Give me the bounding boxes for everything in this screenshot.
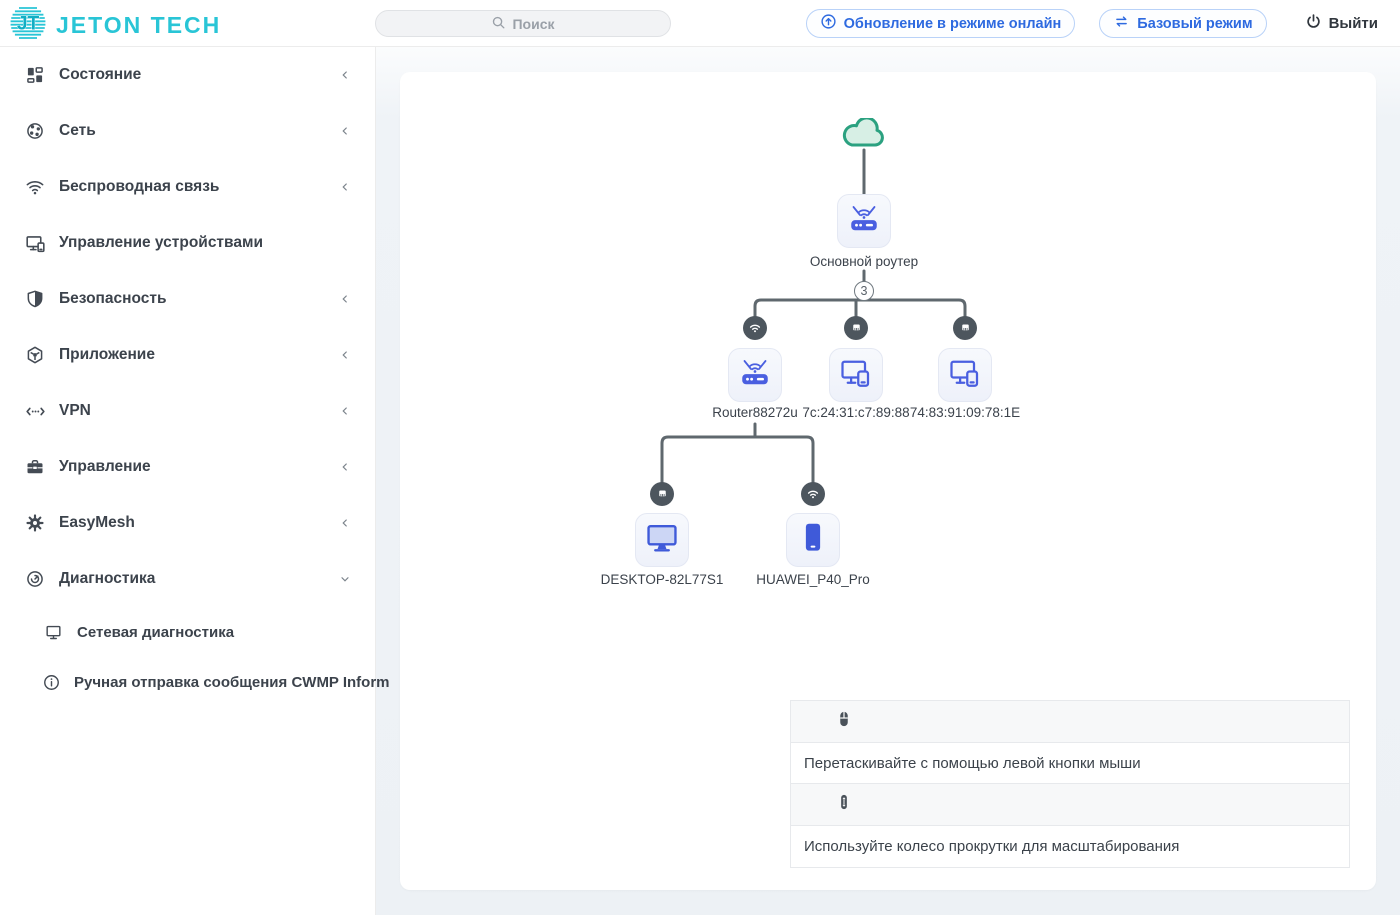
sidebar-item-management[interactable]: Управление (0, 439, 375, 495)
app-icon (24, 344, 46, 366)
sidebar-item-label: Управление (59, 458, 151, 475)
sidebar-item-label: Управление устройствами (59, 234, 263, 251)
shield-icon (24, 288, 46, 310)
node-label: 74:83:91:09:78:1E (909, 405, 1021, 420)
wifi-link-icon (743, 316, 767, 340)
wifi-link-icon (801, 482, 825, 506)
ethernet-link-icon (844, 316, 868, 340)
basic-mode-label: Базовый режим (1137, 15, 1253, 32)
sidebar-item-status[interactable]: Состояние (0, 47, 375, 103)
search-placeholder: Поиск (512, 15, 555, 32)
chevron-left-icon (339, 69, 351, 81)
sidebar-item-label: Диагностика (59, 570, 156, 587)
sidebar-item-label: VPN (59, 402, 91, 419)
basic-mode-button[interactable]: Базовый режим (1099, 9, 1267, 38)
node-label: DESKTOP-82L77S1 (600, 572, 724, 587)
sidebar-item-application[interactable]: Приложение (0, 327, 375, 383)
scroll-wheel-icon (835, 793, 853, 816)
vpn-icon (24, 400, 46, 422)
monitor-icon (42, 621, 64, 643)
phone-node[interactable] (786, 513, 840, 567)
topbar: JT JETON TECH Поиск Обновление в режиме … (0, 0, 1400, 47)
topbar-actions: Обновление в режиме онлайн Базовый режим… (805, 0, 1378, 47)
online-update-label: Обновление в режиме онлайн (843, 15, 1062, 32)
info-icon (42, 671, 61, 693)
search-icon (491, 15, 506, 33)
sidebar-item-label: Беспроводная связь (59, 178, 220, 195)
topology-canvas[interactable]: Основной роутер 3 Router88272u 7c:24:31:… (400, 72, 1376, 890)
sidebar-item-diagnostics[interactable]: Диагностика (0, 551, 375, 607)
search-input[interactable]: Поиск (375, 10, 671, 37)
sidebar-item-easymesh[interactable]: EasyMesh (0, 495, 375, 551)
main-router-label: Основной роутер (809, 254, 919, 269)
chevron-left-icon (339, 461, 351, 473)
desktop-icon (643, 519, 681, 562)
toolbox-icon (24, 456, 46, 478)
client-device-node[interactable] (829, 348, 883, 402)
power-icon (1305, 13, 1322, 34)
monitor-phone-icon (947, 355, 983, 396)
sidebar-subitem-label: Ручная отправка сообщения CWMP Inform (74, 673, 390, 691)
chevron-left-icon (339, 181, 351, 193)
chevron-left-icon (339, 405, 351, 417)
chevron-down-icon (339, 573, 351, 585)
chevron-left-icon (339, 517, 351, 529)
gauge-icon (24, 568, 46, 590)
sidebar-item-vpn[interactable]: VPN (0, 383, 375, 439)
logout-button[interactable]: Выйти (1305, 13, 1378, 34)
gear-icon (24, 512, 46, 534)
sidebar-item-network-diagnostics[interactable]: Сетевая диагностика (0, 607, 375, 657)
router-icon (846, 201, 882, 242)
sidebar-item-label: Приложение (59, 346, 155, 363)
logo-text: JETON TECH (56, 12, 222, 38)
sidebar-item-security[interactable]: Безопасность (0, 271, 375, 327)
wifi-icon (24, 176, 46, 198)
child-router-node[interactable] (728, 348, 782, 402)
swap-arrows-icon (1113, 13, 1130, 34)
sidebar: Состояние Сеть Беспроводная связь Управл… (0, 47, 390, 915)
legend-icon-row (791, 701, 1349, 743)
sidebar-item-cwmp-inform[interactable]: Ручная отправка сообщения CWMP Inform (0, 657, 390, 707)
children-count-badge[interactable]: 3 (854, 281, 874, 301)
sidebar-item-device-management[interactable]: Управление устройствами (0, 215, 375, 271)
sidebar-item-network[interactable]: Сеть (0, 103, 375, 159)
sidebar-subitem-label: Сетевая диагностика (77, 623, 235, 641)
legend-scroll-text: Используйте колесо прокрутки для масштаб… (804, 838, 1180, 855)
legend-icon-row (791, 784, 1349, 826)
sidebar-item-label: Состояние (59, 66, 142, 83)
svg-text:JT: JT (17, 14, 40, 35)
phone-icon (794, 519, 832, 562)
sidebar-item-label: Безопасность (59, 290, 167, 307)
chevron-left-icon (339, 293, 351, 305)
logo-globe-icon: JT (8, 3, 48, 48)
mouse-icon (835, 710, 853, 733)
chevron-left-icon (339, 125, 351, 137)
chevron-left-icon (339, 349, 351, 361)
logout-label: Выйти (1328, 15, 1378, 32)
online-update-button[interactable]: Обновление в режиме онлайн (805, 9, 1076, 38)
devices-icon (24, 232, 46, 254)
client-device-node[interactable] (938, 348, 992, 402)
sidebar-item-label: EasyMesh (59, 514, 135, 531)
router-icon (737, 355, 773, 396)
ethernet-link-icon (650, 482, 674, 506)
dashboard-icon (24, 64, 46, 86)
logo: JT JETON TECH (8, 3, 221, 48)
node-label: HUAWEI_P40_Pro (756, 572, 870, 587)
sidebar-item-label: Сеть (59, 122, 96, 139)
legend-table: Перетаскивайте с помощью левой кнопки мы… (790, 700, 1350, 868)
internet-cloud-icon (841, 116, 887, 155)
main-content: Основной роутер 3 Router88272u 7c:24:31:… (376, 47, 1400, 915)
monitor-phone-icon (838, 355, 874, 396)
sidebar-item-wireless[interactable]: Беспроводная связь (0, 159, 375, 215)
legend-drag-text: Перетаскивайте с помощью левой кнопки мы… (791, 743, 1349, 784)
arrow-up-circle-icon (820, 13, 837, 34)
ethernet-link-icon (953, 316, 977, 340)
main-router-node[interactable] (837, 194, 891, 248)
network-icon (24, 120, 46, 142)
desktop-node[interactable] (635, 513, 689, 567)
